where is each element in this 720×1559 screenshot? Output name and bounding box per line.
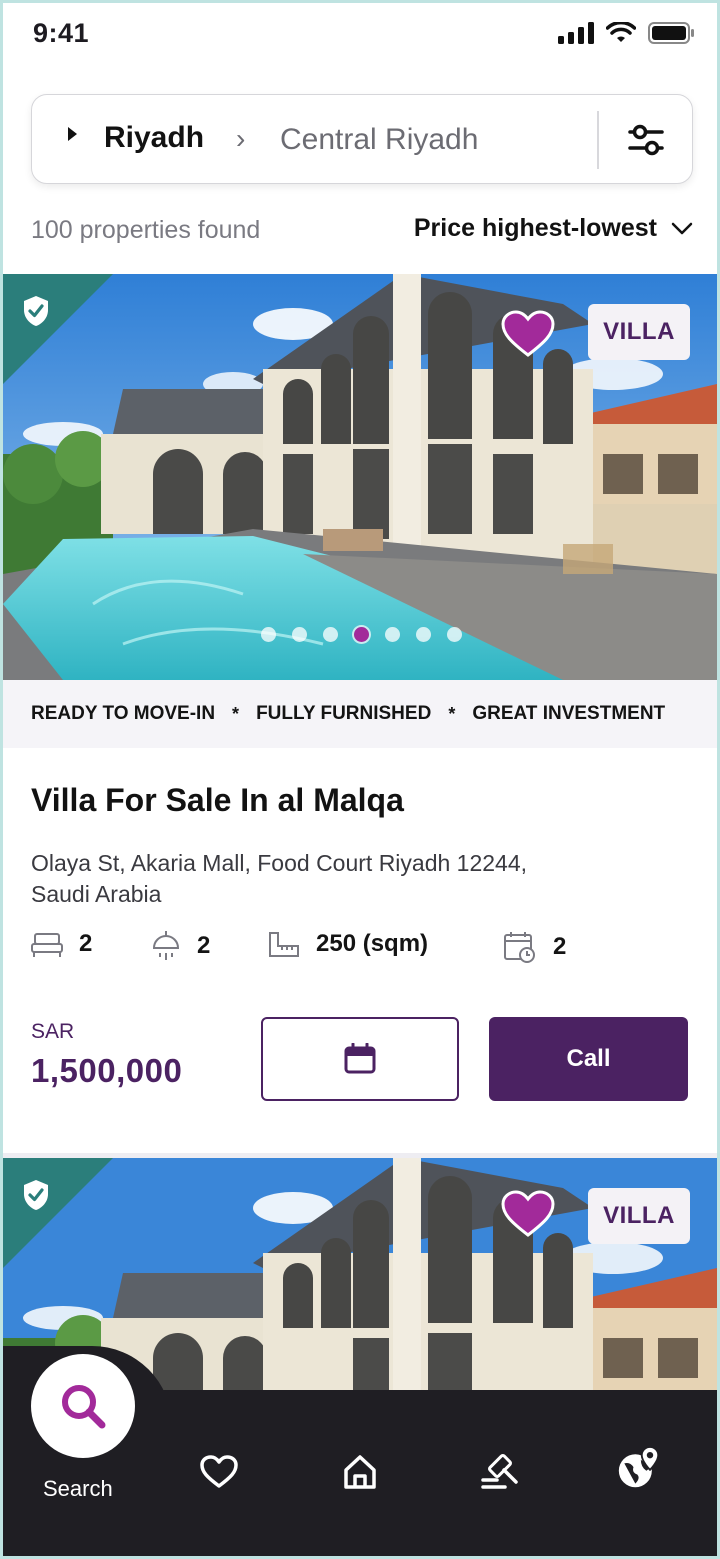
- nav-search-label[interactable]: Search: [43, 1476, 113, 1502]
- search-icon: [62, 1385, 106, 1429]
- tag-separator: *: [232, 703, 240, 724]
- property-type-badge: VILLA: [588, 1188, 690, 1244]
- status-time: 9:41: [33, 18, 90, 48]
- search-divider: [597, 111, 599, 169]
- carousel-dot[interactable]: [323, 627, 338, 642]
- call-button[interactable]: Call: [489, 1017, 688, 1101]
- chevron-down-icon[interactable]: [671, 222, 693, 236]
- filter-icon[interactable]: [626, 121, 666, 161]
- feature-year: 2: [503, 930, 566, 964]
- city-selector[interactable]: Riyadh: [104, 121, 204, 155]
- nav-favorites[interactable]: [197, 1450, 241, 1494]
- year-value: 2: [553, 933, 567, 960]
- tag: READY TO MOVE-IN: [31, 703, 216, 724]
- globe-pin-icon: [618, 1445, 660, 1488]
- sort-dropdown[interactable]: Price highest-lowest: [414, 214, 693, 243]
- nav-auction[interactable]: [478, 1450, 522, 1494]
- battery-icon: [648, 22, 694, 44]
- property-type-badge: VILLA: [588, 304, 690, 360]
- wifi-icon: [606, 22, 636, 42]
- price-value: 1,500,000: [31, 1052, 183, 1089]
- bathrooms-value: 2: [197, 932, 211, 959]
- listing-image-carousel[interactable]: VILLA: [3, 274, 717, 680]
- schedule-visit-button[interactable]: [261, 1017, 459, 1101]
- carousel-dot[interactable]: [261, 627, 276, 642]
- nav-search-button[interactable]: [31, 1354, 135, 1458]
- listing-features: 2 2 250 (sqm) 2: [31, 930, 691, 970]
- chevron-right-icon: ›: [236, 123, 246, 154]
- status-icons: [558, 22, 694, 44]
- bedrooms-value: 2: [79, 930, 93, 957]
- verified-shield-icon: [24, 296, 48, 326]
- calendar-clock-icon: [504, 932, 535, 963]
- sort-label[interactable]: Price highest-lowest: [414, 214, 657, 243]
- carousel-dot-active[interactable]: [354, 627, 369, 642]
- tag: FULLY FURNISHED: [256, 703, 432, 724]
- feature-bathrooms: 2: [151, 930, 210, 962]
- nav-explore-map[interactable]: [617, 1445, 661, 1490]
- tag-separator: *: [448, 703, 456, 724]
- status-bar: 9:41: [0, 0, 720, 72]
- area-ruler-icon: [269, 932, 299, 957]
- favorite-heart-icon[interactable]: [501, 310, 555, 358]
- home-icon: [344, 1455, 376, 1489]
- results-count: 100 properties found: [31, 216, 261, 244]
- verified-shield-icon: [24, 1180, 48, 1210]
- verified-ribbon: [3, 274, 113, 384]
- nav-home[interactable]: [338, 1450, 382, 1494]
- carousel-dot[interactable]: [292, 627, 307, 642]
- signal-icon: [558, 22, 594, 44]
- carousel-dot[interactable]: [447, 627, 462, 642]
- shower-icon: [152, 931, 180, 960]
- heart-outline-icon: [200, 1455, 238, 1488]
- tag: GREAT INVESTMENT: [472, 703, 666, 724]
- gavel-icon: [481, 1454, 518, 1489]
- verified-ribbon: [3, 1158, 113, 1268]
- favorite-heart-icon[interactable]: [501, 1190, 555, 1238]
- area-value: 250 (sqm): [316, 930, 429, 957]
- carousel-dot[interactable]: [416, 627, 431, 642]
- listing-title[interactable]: Villa For Sale In al Malqa: [31, 782, 404, 819]
- listing-address: Olaya St, Akaria Mall, Food Court Riyadh…: [31, 850, 528, 907]
- caret-right-icon[interactable]: [68, 127, 77, 141]
- price-currency: SAR: [31, 1020, 75, 1043]
- location-search-bar[interactable]: Riyadh › Central Riyadh: [31, 94, 693, 184]
- carousel-dot[interactable]: [385, 627, 400, 642]
- bed-icon: [31, 933, 63, 957]
- calendar-icon: [344, 1043, 376, 1074]
- area-selector[interactable]: Central Riyadh: [280, 123, 478, 157]
- carousel-dots[interactable]: [261, 627, 462, 642]
- listing-tags: READY TO MOVE-IN * FULLY FURNISHED * GRE…: [3, 680, 717, 748]
- feature-area: 250 (sqm): [268, 930, 428, 958]
- feature-bedrooms: 2: [31, 930, 92, 958]
